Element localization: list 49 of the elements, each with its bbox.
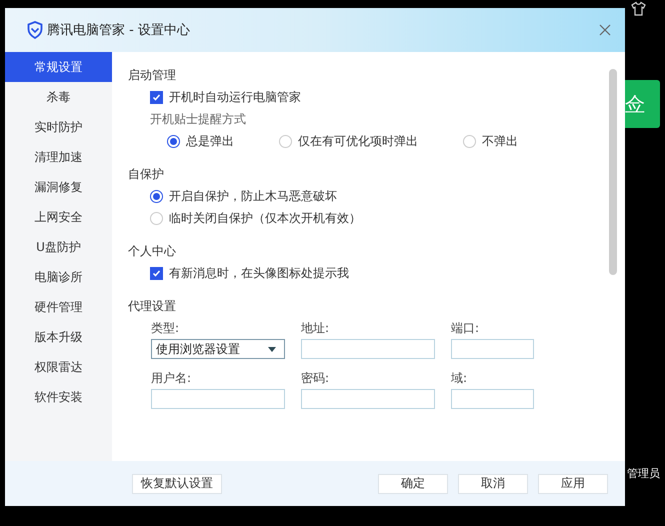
input-field[interactable] bbox=[151, 389, 285, 409]
section-title: 个人中心 bbox=[128, 243, 176, 260]
reset-button[interactable]: 恢复默认设置 bbox=[132, 474, 222, 494]
section-title: 自保护 bbox=[128, 166, 164, 183]
field-label: 端口: bbox=[451, 320, 480, 337]
sidebar-item[interactable]: 清理加速 bbox=[5, 142, 112, 172]
radio-button[interactable]: 开启自保护，防止木马恶意破坏 bbox=[150, 188, 337, 204]
field-label: 类型: bbox=[151, 320, 180, 337]
radio-button[interactable]: 仅在有可优化项时弹出 bbox=[279, 132, 463, 150]
sidebar-item[interactable]: 软件安装 bbox=[5, 382, 112, 412]
field-label: 域: bbox=[451, 370, 468, 387]
close-icon[interactable] bbox=[599, 24, 611, 36]
sidebar-item[interactable]: 硬件管理 bbox=[5, 292, 112, 322]
checkbox[interactable]: 开机时自动运行电脑管家 bbox=[150, 88, 301, 106]
dialog-button[interactable]: 应用 bbox=[538, 474, 608, 494]
radio-button[interactable]: 临时关闭自保护（仅本次开机有效） bbox=[150, 210, 361, 226]
sidebar-item[interactable]: 常规设置 bbox=[5, 52, 112, 82]
section-title: 代理设置 bbox=[128, 298, 176, 315]
sidebar-item[interactable]: 版本升级 bbox=[5, 322, 112, 352]
sidebar-item[interactable]: 电脑诊所 bbox=[5, 262, 112, 292]
input-field[interactable] bbox=[451, 339, 534, 359]
sidebar-item[interactable]: 实时防护 bbox=[5, 112, 112, 142]
sidebar-item[interactable]: U盘防护 bbox=[5, 232, 112, 262]
dialog-button[interactable]: 取消 bbox=[458, 474, 528, 494]
input-field[interactable] bbox=[301, 389, 435, 409]
sidebar-item[interactable]: 权限雷达 bbox=[5, 352, 112, 382]
window-title: 腾讯电脑管家 - 设置中心 bbox=[47, 22, 191, 39]
radio-button[interactable]: 总是弹出 bbox=[167, 132, 279, 150]
radio-button[interactable]: 不弹出 bbox=[463, 132, 518, 150]
field-label: 密码: bbox=[301, 370, 330, 387]
input-field[interactable] bbox=[451, 389, 534, 409]
shield-icon bbox=[27, 21, 43, 39]
check-icon bbox=[152, 92, 161, 102]
checkbox[interactable]: 有新消息时，在头像图标处提示我 bbox=[150, 264, 349, 282]
input-field[interactable] bbox=[301, 339, 435, 359]
section-title: 启动管理 bbox=[128, 67, 176, 84]
dialog-button[interactable]: 确定 bbox=[378, 474, 448, 494]
sidebar-item[interactable]: 漏洞修复 bbox=[5, 172, 112, 202]
shirt-icon[interactable] bbox=[631, 1, 646, 16]
sidebar-item[interactable]: 杀毒 bbox=[5, 82, 112, 112]
field-label: 地址: bbox=[301, 320, 330, 337]
proxy-type-dropdown[interactable]: 使用浏览器设置 bbox=[151, 339, 285, 359]
sidebar-item[interactable]: 上网安全 bbox=[5, 202, 112, 232]
caret-icon bbox=[268, 346, 276, 352]
check-icon bbox=[152, 268, 161, 278]
field-label: 用户名: bbox=[151, 370, 192, 387]
option-caption: 开机贴士提醒方式 bbox=[150, 110, 246, 128]
desktop-text: 管理员 bbox=[627, 466, 660, 481]
scrollbar[interactable] bbox=[609, 69, 617, 275]
